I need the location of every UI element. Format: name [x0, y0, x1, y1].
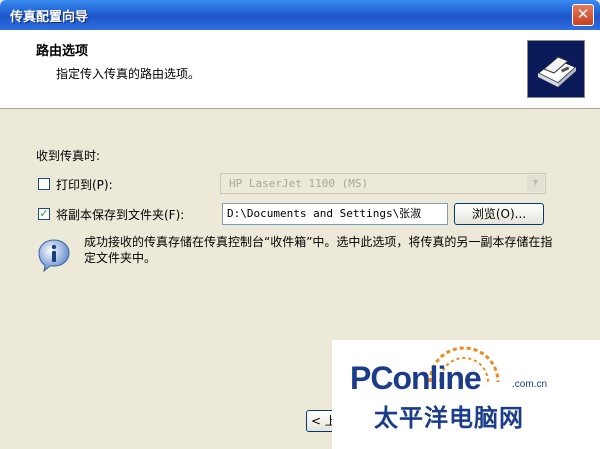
- watermark-logo: PConline: [350, 360, 482, 396]
- info-icon: [36, 237, 72, 273]
- title-bar[interactable]: 传真配置向导 ✕: [0, 0, 600, 30]
- printer-value: HP LaserJet 1100 (MS): [229, 177, 369, 190]
- print-checkbox[interactable]: [38, 178, 50, 190]
- folder-path-input[interactable]: D:\Documents and Settings\张淑: [222, 203, 448, 225]
- close-icon: ✕: [576, 5, 590, 23]
- info-text: 成功接收的传真存储在传真控制台“收件箱”中。选中此选项，将传真的另一副本存储在指…: [84, 235, 553, 265]
- print-label[interactable]: 打印到(P):: [56, 176, 113, 193]
- wizard-header: 路由选项 指定传入传真的路由选项。: [0, 30, 600, 109]
- save-copy-checkbox[interactable]: ✓: [38, 208, 50, 220]
- chevron-down-icon[interactable]: ▼: [527, 175, 544, 192]
- fax-wizard-window: 传真配置向导 ✕ 路由选项 指定传入传真的路由选项。 收到传真时: 打印到(P)…: [0, 0, 600, 449]
- page-subtitle: 指定传入传真的路由选项。: [56, 67, 201, 81]
- browse-button[interactable]: 浏览(O)...: [454, 203, 544, 225]
- close-button[interactable]: ✕: [572, 4, 594, 26]
- save-copy-label[interactable]: 将副本保存到文件夹(F):: [56, 206, 184, 223]
- watermark-domain: .com.cn: [512, 379, 548, 390]
- printer-select[interactable]: HP LaserJet 1100 (MS) ▼: [220, 173, 546, 194]
- watermark-site-name: 太平洋电脑网: [374, 404, 524, 432]
- receive-label: 收到传真时:: [36, 149, 101, 163]
- fax-machine-icon: [527, 40, 585, 98]
- page-title: 路由选项: [36, 44, 89, 59]
- window-title: 传真配置向导: [10, 10, 89, 25]
